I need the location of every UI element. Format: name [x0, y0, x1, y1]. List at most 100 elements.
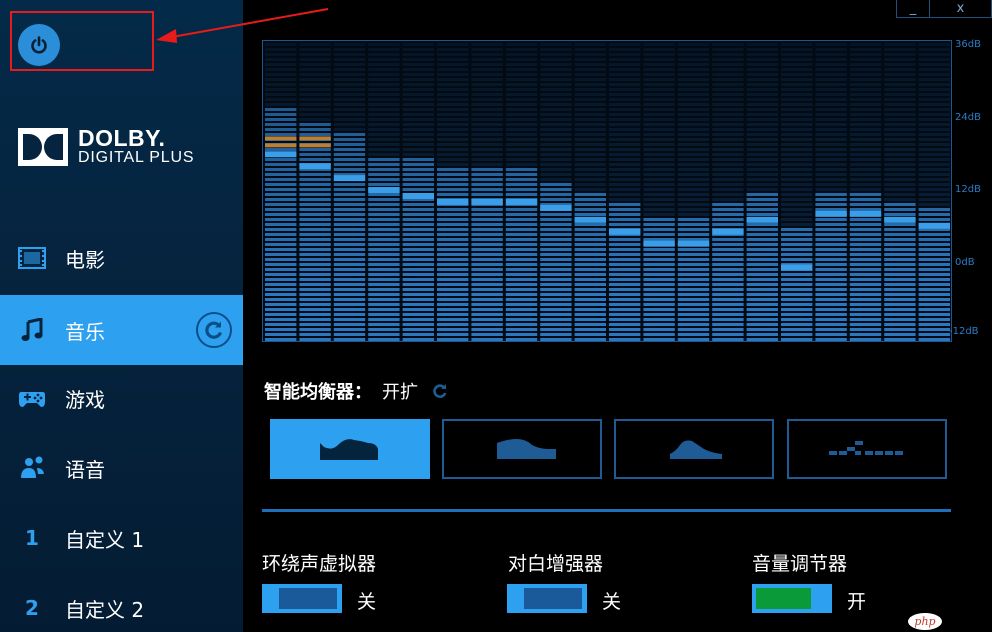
eq-segment: [265, 103, 297, 106]
sidebar-item-custom-2[interactable]: 2 自定义 2: [0, 573, 243, 632]
eq-segment: [643, 268, 675, 271]
eq-segment: [609, 118, 641, 121]
eq-segment: [918, 248, 950, 251]
eq-segment: [712, 208, 744, 211]
preset-open-button[interactable]: [270, 419, 430, 479]
eq-segment: [918, 48, 950, 51]
eq-segment: [677, 78, 710, 81]
preset-rich-button[interactable]: [442, 419, 602, 479]
eq-segment: [609, 213, 641, 216]
eq-segment: [643, 208, 675, 211]
eq-segment: [849, 208, 882, 211]
eq-segment: [746, 103, 778, 106]
eq-segment: [815, 278, 847, 281]
eq-segment: [402, 233, 434, 236]
eq-segment: [437, 263, 469, 266]
sidebar-item-music[interactable]: 音乐: [0, 295, 243, 365]
minimize-button[interactable]: _: [896, 0, 930, 18]
eq-segment: [815, 143, 847, 146]
eq-segment: [402, 238, 434, 241]
eq-band-handle: [471, 198, 503, 205]
eq-segment: [402, 173, 434, 176]
surround-virtualizer-toggle[interactable]: [262, 584, 342, 613]
eq-segment: [368, 108, 400, 111]
eq-segment: [643, 83, 675, 86]
eq-segment: [402, 318, 434, 321]
dialogue-enhancer-toggle[interactable]: [507, 584, 587, 613]
eq-band-handle: [815, 210, 847, 217]
eq-segment: [746, 318, 778, 321]
eq-segment: [643, 118, 675, 121]
close-button[interactable]: x: [929, 0, 992, 18]
eq-segment: [815, 68, 847, 71]
eq-segment: [815, 243, 847, 246]
eq-segment: [505, 78, 538, 81]
toggle-knob: [507, 584, 524, 613]
preset-custom-button[interactable]: [787, 419, 947, 479]
eq-segment: [437, 158, 469, 161]
preset-focused-button[interactable]: [614, 419, 774, 479]
eq-segment: [746, 73, 778, 76]
eq-segment: [402, 323, 434, 326]
eq-segment: [918, 183, 950, 186]
eq-segment: [265, 253, 297, 256]
eq-segment: [746, 198, 778, 201]
eq-segment: [643, 283, 675, 286]
eq-segment: [643, 213, 675, 216]
eq-segment: [849, 178, 882, 181]
eq-segment: [471, 173, 503, 176]
eq-segment: [849, 248, 882, 251]
eq-segment: [299, 198, 331, 201]
eq-segment: [574, 108, 606, 111]
volume-leveler-toggle[interactable]: [752, 584, 832, 613]
eq-segment: [781, 203, 813, 206]
eq-segment: [333, 168, 366, 171]
sidebar-item-voice[interactable]: 语音: [0, 433, 243, 503]
eq-band-handle: [265, 151, 297, 158]
eq-segment: [540, 173, 572, 176]
eq-segment: [574, 168, 606, 171]
eq-segment: [299, 298, 331, 301]
eq-segment: [609, 323, 641, 326]
eq-segment: [918, 283, 950, 286]
eq-segment: [884, 143, 916, 146]
eq-segment: [918, 203, 950, 206]
eq-segment: [505, 183, 538, 186]
sidebar-item-movie[interactable]: 电影: [0, 223, 243, 293]
eq-segment: [265, 48, 297, 51]
eq-segment: [574, 208, 606, 211]
eq-segment: [437, 153, 469, 156]
eq-segment: [505, 238, 538, 241]
eq-segment: [505, 113, 538, 116]
eq-segment: [333, 98, 366, 101]
eq-segment: [368, 288, 400, 291]
eq-segment: [299, 103, 331, 106]
eq-segment: [471, 113, 503, 116]
eq-segment: [746, 233, 778, 236]
dialogue-enhancer-label: 对白增强器: [508, 553, 604, 575]
eq-segment: [712, 253, 744, 256]
eq-segment: [471, 293, 503, 296]
reset-music-button[interactable]: [196, 312, 232, 348]
eq-segment: [540, 318, 572, 321]
equalizer-bars[interactable]: [263, 41, 951, 341]
eq-segment: [437, 273, 469, 276]
equalizer-graph[interactable]: [262, 40, 952, 342]
smart-eq-refresh-icon[interactable]: [432, 383, 448, 399]
eq-segment: [333, 113, 366, 116]
power-button[interactable]: [18, 24, 60, 66]
eq-segment: [643, 288, 675, 291]
eq-segment: [402, 258, 434, 261]
eq-segment: [643, 158, 675, 161]
eq-segment: [540, 298, 572, 301]
eq-segment: [884, 303, 916, 306]
eq-segment: [368, 273, 400, 276]
eq-segment: [815, 158, 847, 161]
eq-segment: [333, 293, 366, 296]
eq-segment: [540, 78, 572, 81]
eq-segment: [540, 103, 572, 106]
sidebar-item-game[interactable]: 游戏: [0, 363, 243, 433]
eq-segment: [505, 223, 538, 226]
eq-segment: [815, 293, 847, 296]
sidebar-item-custom-1[interactable]: 1 自定义 1: [0, 503, 243, 573]
